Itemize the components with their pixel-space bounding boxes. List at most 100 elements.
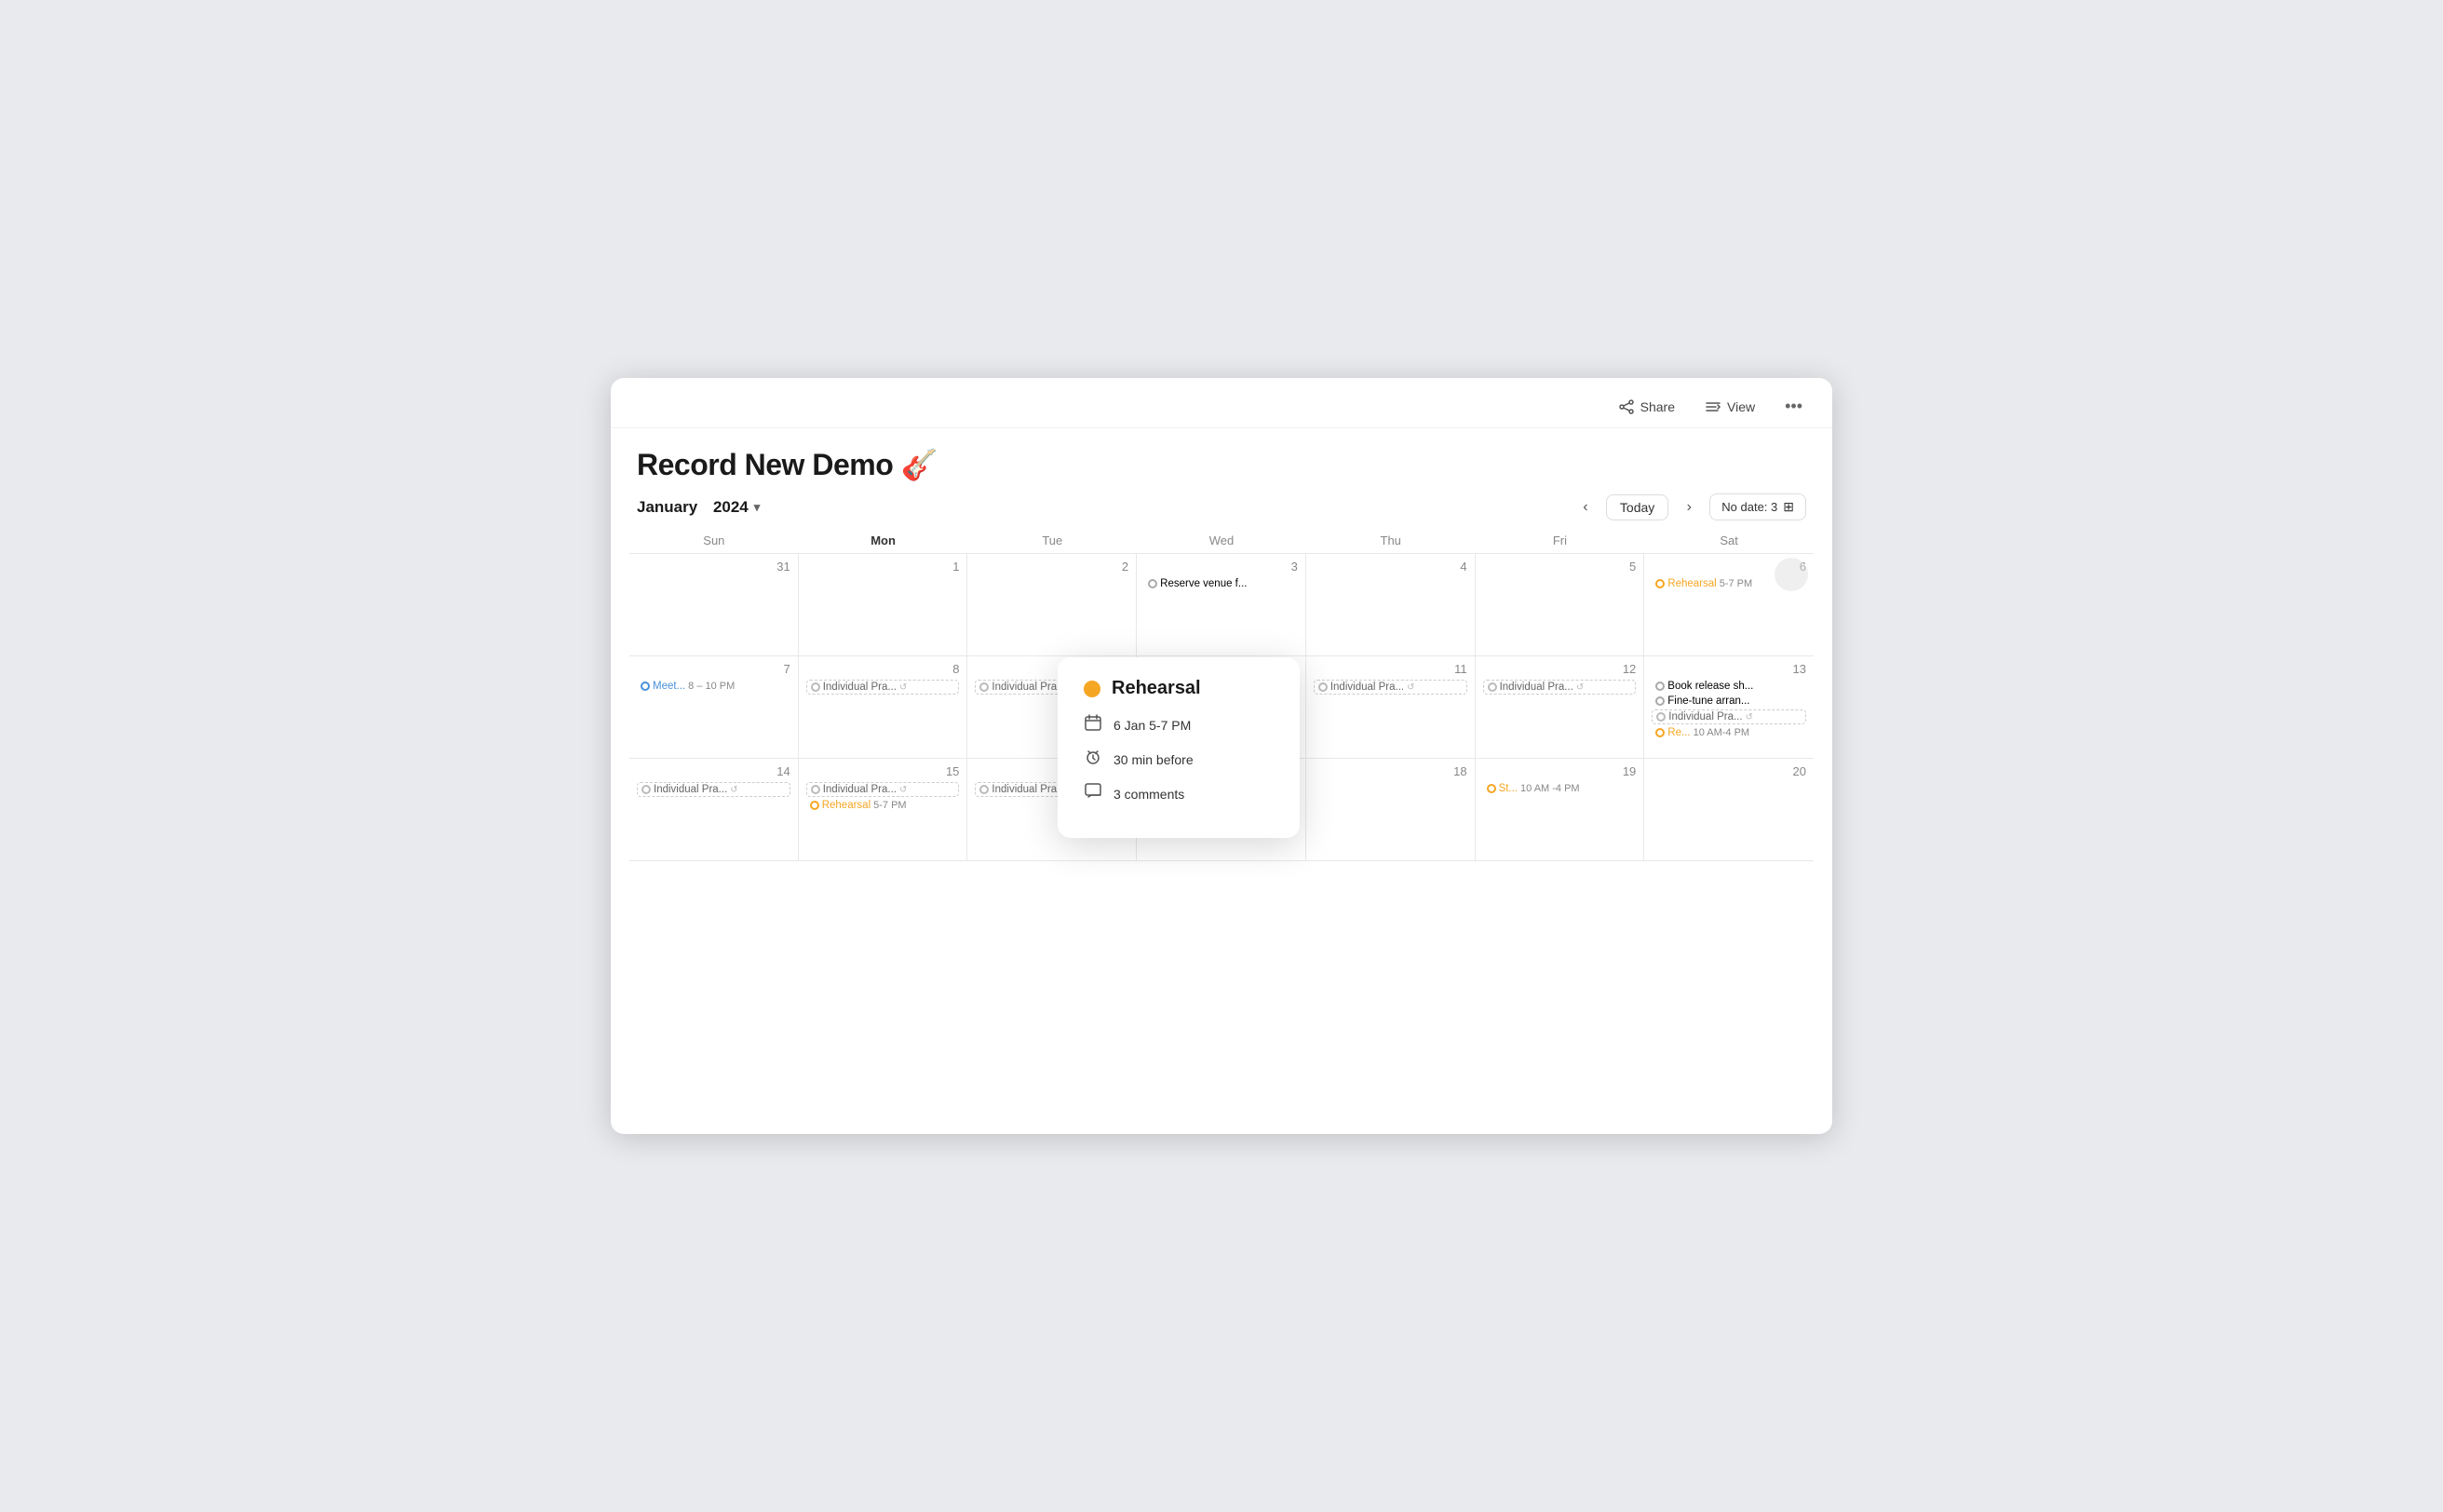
event-status-dot bbox=[810, 801, 819, 810]
chevron-down-icon: ▾ bbox=[754, 500, 761, 515]
recur-icon: ↺ bbox=[1576, 682, 1584, 693]
month-label[interactable]: January 2024 ▾ bbox=[637, 498, 760, 517]
event-status-dot bbox=[979, 682, 989, 692]
no-date-button[interactable]: No date: 3 ⊞ bbox=[1709, 493, 1806, 520]
comment-icon bbox=[1084, 783, 1102, 804]
event-time: 5-7 PM bbox=[873, 800, 906, 811]
event-status-dot bbox=[1655, 682, 1665, 691]
event-individual-pra-15[interactable]: Individual Pra... ↺ bbox=[806, 782, 960, 797]
view-button[interactable]: View bbox=[1697, 396, 1762, 418]
event-label: Individual Pra... bbox=[992, 682, 1065, 693]
day-header-mon: Mon bbox=[799, 528, 968, 553]
day-3[interactable]: 3 Reserve venue f... bbox=[1137, 554, 1306, 655]
event-meet-7[interactable]: Meet... 8 – 10 PM bbox=[637, 680, 790, 693]
event-label: Meet... bbox=[653, 681, 685, 692]
day-header-tue: Tue bbox=[967, 528, 1137, 553]
share-button[interactable]: Share bbox=[1611, 396, 1682, 418]
day-number: 15 bbox=[806, 764, 960, 778]
event-status-dot bbox=[1487, 784, 1496, 793]
day-1[interactable]: 1 bbox=[799, 554, 968, 655]
no-date-label: No date: 3 bbox=[1721, 500, 1777, 514]
day-19[interactable]: 19 St... 10 AM -4 PM bbox=[1476, 759, 1645, 860]
day-15[interactable]: 15 Individual Pra... ↺ Rehearsal 5-7 PM bbox=[799, 759, 968, 860]
day-18[interactable]: 18 bbox=[1306, 759, 1476, 860]
alarm-icon bbox=[1084, 749, 1102, 770]
day-header-fri: Fri bbox=[1476, 528, 1645, 553]
day-header-sun: Sun bbox=[629, 528, 799, 553]
event-status-dot bbox=[1655, 696, 1665, 706]
today-button[interactable]: Today bbox=[1606, 494, 1668, 520]
day-number: 12 bbox=[1483, 662, 1637, 676]
popup-reminder-label: 30 min before bbox=[1114, 752, 1194, 767]
day-number: 14 bbox=[637, 764, 790, 778]
event-label: Individual Pra... bbox=[1668, 711, 1742, 722]
event-fine-tune-13[interactable]: Fine-tune arran... bbox=[1652, 695, 1806, 708]
event-individual-pra-12[interactable]: Individual Pra... ↺ bbox=[1483, 680, 1637, 695]
day-2[interactable]: 2 bbox=[967, 554, 1137, 655]
event-status-dot bbox=[641, 785, 651, 794]
event-book-release-13[interactable]: Book release sh... bbox=[1652, 680, 1806, 693]
event-status-dot bbox=[1318, 682, 1328, 692]
day-number: 4 bbox=[1314, 560, 1467, 574]
recur-icon: ↺ bbox=[1746, 712, 1753, 722]
day-12[interactable]: 12 Individual Pra... ↺ bbox=[1476, 656, 1645, 758]
event-reserve-venue[interactable]: Reserve venue f... bbox=[1144, 577, 1298, 590]
day-number: 19 bbox=[1483, 764, 1637, 778]
day-14[interactable]: 14 Individual Pra... ↺ bbox=[629, 759, 799, 860]
day-header-sat: Sat bbox=[1644, 528, 1814, 553]
day-number: 7 bbox=[637, 662, 790, 676]
event-time: 10 AM-4 PM bbox=[1694, 727, 1750, 738]
event-popup: Rehearsal 6 Jan 5-7 PM bbox=[1058, 657, 1300, 838]
more-options-button[interactable]: ••• bbox=[1777, 393, 1810, 420]
day-31[interactable]: 31 bbox=[629, 554, 799, 655]
event-label: Individual Pra... bbox=[823, 784, 897, 795]
event-label: Book release sh... bbox=[1667, 681, 1753, 692]
view-label: View bbox=[1727, 399, 1755, 414]
event-label: Fine-tune arran... bbox=[1667, 695, 1749, 707]
event-individual-pra-14[interactable]: Individual Pra... ↺ bbox=[637, 782, 790, 797]
event-re-13[interactable]: Re... 10 AM-4 PM bbox=[1652, 726, 1806, 739]
day-headers: Sun Mon Tue Wed Thu Fri Sat bbox=[629, 528, 1814, 554]
day-7[interactable]: 7 Meet... 8 – 10 PM bbox=[629, 656, 799, 758]
event-time: 8 – 10 PM bbox=[688, 681, 735, 692]
event-individual-pra-11[interactable]: Individual Pra... ↺ bbox=[1314, 680, 1467, 695]
day-number: 3 bbox=[1144, 560, 1298, 574]
event-label: Individual Pra... bbox=[1500, 682, 1573, 693]
day-number: 1 bbox=[806, 560, 960, 574]
event-time: 5-7 PM bbox=[1720, 578, 1752, 589]
day-header-thu: Thu bbox=[1306, 528, 1476, 553]
popup-card: Rehearsal 6 Jan 5-7 PM bbox=[1058, 657, 1300, 838]
nav-controls: ‹ Today › No date: 3 ⊞ bbox=[1572, 493, 1806, 520]
day-11[interactable]: 11 Individual Pra... ↺ bbox=[1306, 656, 1476, 758]
event-status-dot bbox=[1655, 579, 1665, 588]
event-label: Re... bbox=[1667, 727, 1690, 738]
day-6[interactable]: 6 Rehearsal 5-7 PM bbox=[1644, 554, 1814, 655]
recur-icon: ↺ bbox=[730, 785, 737, 795]
recur-icon: ↺ bbox=[899, 785, 907, 795]
event-status-dot bbox=[1655, 728, 1665, 737]
event-label: Individual Pra... bbox=[823, 682, 897, 693]
day-4[interactable]: 4 bbox=[1306, 554, 1476, 655]
event-individual-pra-13[interactable]: Individual Pra... ↺ bbox=[1652, 709, 1806, 724]
event-label: St... bbox=[1499, 783, 1518, 794]
popup-event-dot bbox=[1084, 681, 1100, 697]
event-individual-pra-8[interactable]: Individual Pra... ↺ bbox=[806, 680, 960, 695]
popup-reminder-row: 30 min before bbox=[1084, 749, 1274, 770]
calendar-header: January 2024 ▾ ‹ Today › No date: 3 ⊞ bbox=[611, 482, 1832, 528]
popup-title-row: Rehearsal bbox=[1084, 678, 1274, 699]
event-status-dot bbox=[979, 785, 989, 794]
day-number: 31 bbox=[637, 560, 790, 574]
day-8[interactable]: 8 Individual Pra... ↺ bbox=[799, 656, 968, 758]
next-month-button[interactable]: › bbox=[1676, 494, 1702, 520]
grid-icon: ⊞ bbox=[1783, 499, 1794, 515]
event-rehearsal-15[interactable]: Rehearsal 5-7 PM bbox=[806, 799, 960, 812]
day-13[interactable]: 13 Book release sh... Fine-tune arran...… bbox=[1644, 656, 1814, 758]
popup-comments-row: 3 comments bbox=[1084, 783, 1274, 804]
event-st-19[interactable]: St... 10 AM -4 PM bbox=[1483, 782, 1637, 795]
day-20[interactable]: 20 bbox=[1644, 759, 1814, 860]
prev-month-button[interactable]: ‹ bbox=[1572, 494, 1599, 520]
header-bar: Share View ••• bbox=[611, 378, 1832, 428]
event-status-dot bbox=[641, 682, 650, 691]
event-status-dot bbox=[811, 682, 820, 692]
day-5[interactable]: 5 bbox=[1476, 554, 1645, 655]
